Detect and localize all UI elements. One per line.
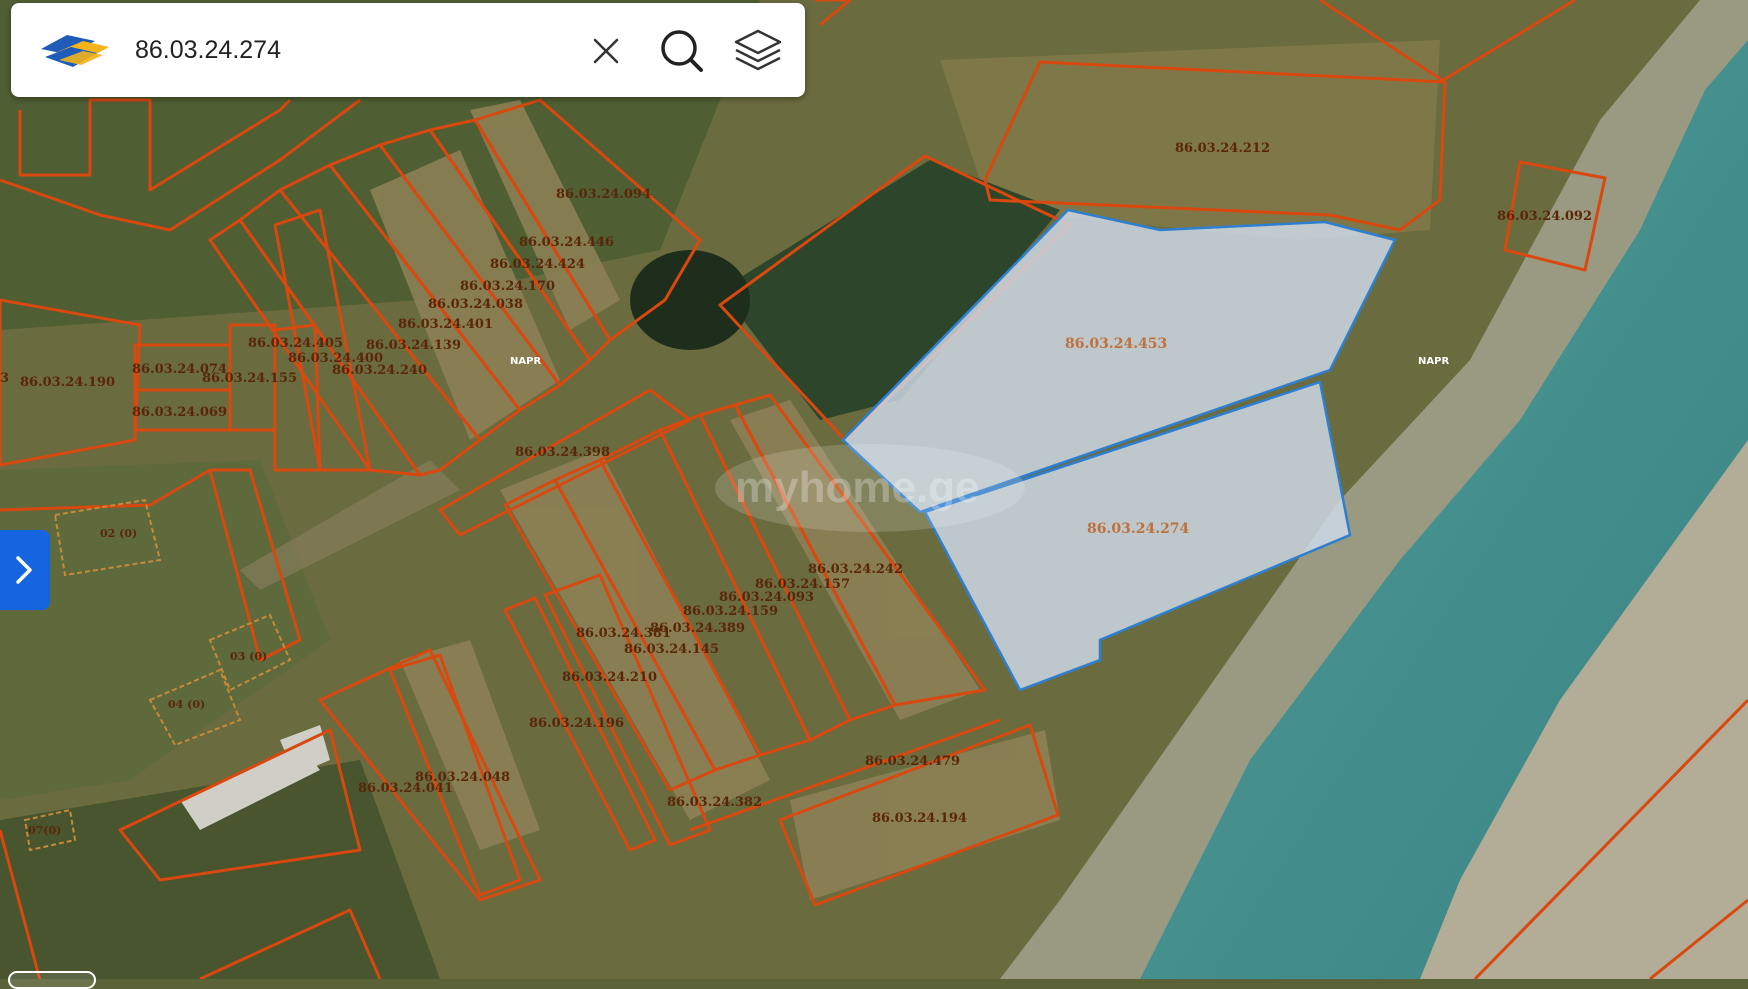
parcel-label: 86.03.24.094 (556, 187, 651, 202)
napr-label: NAPR (510, 356, 541, 367)
parcel-label: 86.03.24.424 (490, 257, 585, 272)
parcel-label: 86.03.24.210 (562, 670, 657, 685)
parcel-label: 86.03.24.190 (20, 375, 115, 390)
napr-logo-icon[interactable] (37, 27, 113, 73)
parcel-label: 86.03.24.240 (332, 363, 427, 378)
plot-label: 07(0) (28, 824, 61, 837)
napr-label: NAPR (1418, 356, 1449, 367)
parcel-label: 86.03.24.382 (667, 795, 762, 810)
parcel-label: 86.03.24.038 (428, 297, 523, 312)
parcel-label: 86.03.24.398 (515, 445, 610, 460)
parcel-label: 86.03.24.069 (132, 405, 227, 420)
parcel-label: 86.03.24.092 (1497, 209, 1592, 224)
scale-control[interactable] (8, 971, 96, 989)
parcel-label: 86.03.24.093 (719, 590, 814, 605)
parcel-label: 86.03.24.159 (683, 604, 778, 619)
edge-label-fragment: 3 (0, 371, 9, 386)
search-icon[interactable] (654, 23, 710, 79)
parcel-label-274: 86.03.24.274 (1087, 521, 1190, 537)
close-icon[interactable] (578, 23, 634, 79)
side-panel-toggle-button[interactable] (0, 530, 50, 610)
plot-label: 03 (0) (230, 650, 267, 663)
parcel-label: 86.03.24.170 (460, 279, 555, 294)
parcel-label: 86.03.24.389 (650, 621, 745, 636)
parcel-label: 86.03.24.041 (358, 781, 453, 796)
search-input[interactable] (123, 27, 587, 73)
parcel-label: 86.03.24.145 (624, 642, 719, 657)
search-panel (11, 3, 805, 97)
cadastral-map[interactable]: myhome.ge 86.03.24.212 86.03.24.092 86.0… (0, 0, 1748, 979)
plot-label: 02 (0) (100, 527, 137, 540)
layers-icon[interactable] (730, 23, 786, 79)
parcel-label: 86.03.24.212 (1175, 141, 1270, 156)
parcel-label-453: 86.03.24.453 (1065, 336, 1167, 352)
parcel-label: 86.03.24.479 (865, 754, 960, 769)
chevron-right-icon (16, 556, 32, 584)
parcel-label: 86.03.24.242 (808, 562, 903, 577)
parcel-label: 86.03.24.196 (529, 716, 624, 731)
watermark-text: myhome.ge (735, 463, 980, 512)
tree-cluster (630, 250, 750, 350)
parcel-label: 86.03.24.155 (202, 371, 297, 386)
parcel-label: 86.03.24.446 (519, 235, 614, 250)
plot-label: 04 (0) (168, 698, 205, 711)
parcel-label: 86.03.24.405 (248, 336, 343, 351)
parcel-label: 86.03.24.194 (872, 811, 967, 826)
parcel-label: 86.03.24.401 (398, 317, 493, 332)
